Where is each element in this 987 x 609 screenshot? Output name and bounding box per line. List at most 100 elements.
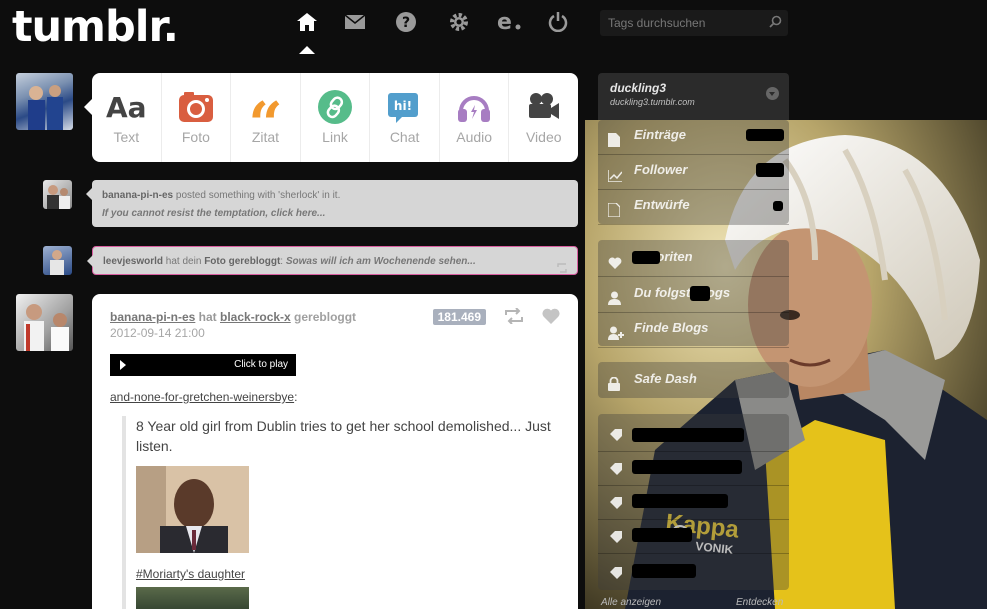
user-avatar[interactable]: [16, 73, 73, 130]
notification-avatar[interactable]: [43, 180, 72, 209]
post-type-label: Zitat: [251, 129, 280, 145]
dashboard-post: banana-pi-n-es hat black-rock-x gereblog…: [92, 294, 578, 609]
blog-url: duckling3.tumblr.com: [610, 97, 695, 107]
heart-icon: [608, 250, 622, 280]
tracked-tag-item[interactable]: [598, 486, 789, 520]
chevron-down-icon[interactable]: [766, 87, 779, 100]
blog-name: duckling3: [610, 81, 667, 95]
reblog-icon[interactable]: [504, 307, 524, 329]
search-icon[interactable]: [769, 15, 782, 33]
show-all-link[interactable]: Alle anzeigen: [601, 597, 661, 608]
link-icon: [318, 89, 353, 125]
post-link-button[interactable]: Link: [301, 73, 371, 162]
notification-text: hat dein: [163, 256, 205, 267]
mail-icon[interactable]: [339, 8, 371, 36]
post-header-text: gerebloggt: [290, 310, 357, 324]
post-type-label: Audio: [456, 129, 493, 145]
post-type-label: Foto: [181, 129, 210, 145]
post-audio-button[interactable]: Audio: [440, 73, 510, 162]
post-text-button[interactable]: Aa Text: [92, 73, 162, 162]
sidebar-item-safe-dash[interactable]: Safe Dash: [598, 364, 789, 399]
text-icon: Aa: [106, 90, 147, 124]
quote-icon: “: [248, 90, 283, 160]
redacted-count: [690, 286, 710, 301]
tag-search: [600, 10, 788, 36]
blog-switcher[interactable]: duckling3 duckling3.tumblr.com: [598, 73, 789, 120]
tag-icon: [610, 462, 622, 480]
sidebar-item-label: Du folgst Blogs: [634, 285, 731, 300]
heart-icon[interactable]: [542, 308, 560, 329]
sidebar-item-find-blogs[interactable]: Finde Blogs: [598, 313, 789, 348]
tumblr-logo[interactable]: tumblr.: [12, 2, 179, 52]
sidebar-item-favorites[interactable]: Favoriten: [598, 242, 789, 277]
play-icon[interactable]: [120, 360, 126, 370]
explore-link[interactable]: Entdecken: [736, 597, 783, 608]
sidebar-item-label: Safe Dash: [634, 371, 697, 386]
tag-icon: [610, 530, 622, 548]
post-image[interactable]: [136, 466, 249, 553]
notes-count[interactable]: 181.469: [432, 309, 486, 325]
reblog-source-link[interactable]: black-rock-x: [220, 310, 291, 324]
tag-icon: [610, 496, 622, 514]
post-type-label: Video: [525, 129, 562, 145]
post-type-label: Text: [113, 129, 140, 145]
post-tag-link[interactable]: #Moriarty's daughter: [136, 567, 560, 581]
followers-icon: [607, 163, 623, 193]
notification-text: posted something with 'sherlock' in it.: [173, 190, 341, 201]
redacted-count: [746, 129, 784, 141]
post-video-button[interactable]: Video: [509, 73, 578, 162]
posts-icon: [608, 128, 620, 158]
notification-link[interactable]: Foto gerebloggt: [204, 256, 280, 267]
sidebar-item-drafts[interactable]: Entwürfe: [598, 190, 789, 225]
person-icon: [608, 286, 621, 316]
notification-cta[interactable]: If you cannot resist the temptation, cli…: [102, 208, 568, 220]
chat-icon: hi!: [387, 89, 422, 125]
notification-user-link[interactable]: leevjesworld: [103, 256, 163, 267]
tracked-tag-item[interactable]: [598, 554, 789, 588]
search-input[interactable]: [600, 10, 760, 36]
active-nav-indicator: [299, 46, 315, 54]
sidebar-item-label: Einträge: [634, 127, 687, 142]
headphones-icon: [457, 89, 491, 125]
settings-icon[interactable]: [443, 8, 475, 36]
tracked-tag-item[interactable]: [598, 520, 789, 554]
sidebar-item-label: Entwürfe: [634, 197, 690, 212]
post-header-text: hat: [195, 310, 221, 324]
player-label: Click to play: [234, 359, 288, 370]
post-chat-button[interactable]: hi! Chat: [370, 73, 440, 162]
post-author-avatar[interactable]: [16, 294, 73, 351]
tag-text[interactable]: #Moriarty's daughter: [136, 567, 245, 581]
svg-text:hi!: hi!: [394, 99, 412, 113]
audio-player[interactable]: Click to play: [110, 354, 296, 376]
explore-icon[interactable]: e: [494, 8, 526, 36]
svg-text:e: e: [497, 12, 512, 32]
help-icon[interactable]: ?: [390, 8, 422, 36]
post-photo-button[interactable]: Foto: [162, 73, 232, 162]
post-image[interactable]: [136, 587, 249, 609]
tag-icon: [610, 428, 622, 446]
post-author-link[interactable]: banana-pi-n-es: [110, 310, 195, 324]
post-type-bar: Aa Text Foto “ Zitat Link hi! Chat Audio…: [84, 73, 578, 162]
svg-text:?: ?: [402, 15, 410, 31]
blockquote: 8 Year old girl from Dublin tries to get…: [122, 416, 560, 609]
notification-reblog[interactable]: leevjesworld hat dein Foto gerebloggt: S…: [87, 246, 578, 275]
redacted-count: [632, 251, 660, 264]
quote-text: 8 Year old girl from Dublin tries to get…: [136, 418, 551, 454]
home-icon[interactable]: [291, 8, 323, 36]
reblog-icon: [557, 256, 569, 285]
source-blog-link[interactable]: and-none-for-gretchen-weinersbye: [110, 390, 294, 404]
sidebar-item-label: Follower: [634, 162, 688, 177]
source-colon: :: [294, 390, 298, 404]
camera-icon: [178, 89, 213, 125]
drafts-icon: [607, 198, 621, 228]
notification-avatar[interactable]: [43, 246, 72, 275]
tracked-tag-item[interactable]: [598, 452, 789, 486]
post-quote-button[interactable]: “ Zitat: [231, 73, 301, 162]
notification-tracked-tag[interactable]: banana-pi-n-es posted something with 'sh…: [86, 180, 578, 227]
logout-icon[interactable]: [542, 8, 574, 36]
post-header: banana-pi-n-es hat black-rock-x gereblog…: [110, 310, 560, 324]
add-person-icon: [608, 321, 624, 351]
notification-quote: Sowas will ich am Wochenende sehen...: [285, 256, 476, 267]
tracked-tag-item[interactable]: [598, 418, 789, 452]
notification-user-link[interactable]: banana-pi-n-es: [102, 190, 173, 201]
